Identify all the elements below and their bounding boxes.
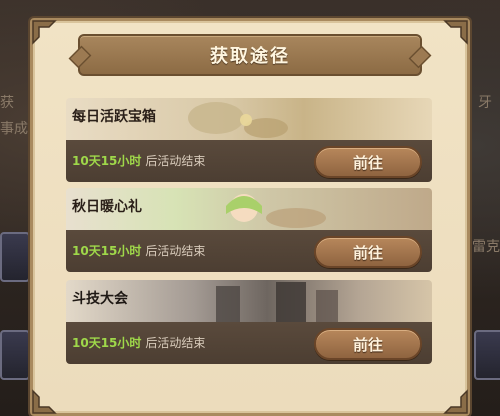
countdown-suffix: 后活动结束 bbox=[145, 154, 206, 168]
row-countdown: 10天15小时 后活动结束 bbox=[72, 242, 205, 259]
countdown-value: 10天15小时 bbox=[72, 336, 142, 350]
go-button[interactable]: 前往 bbox=[314, 146, 422, 178]
corner-ornament-icon bbox=[31, 19, 57, 45]
corner-ornament-icon bbox=[443, 19, 469, 45]
row-countdown: 10天15小时 后活动结束 bbox=[72, 152, 205, 169]
countdown-suffix: 后活动结束 bbox=[145, 336, 206, 350]
row-countdown: 10天15小时 后活动结束 bbox=[72, 334, 205, 351]
dialog-title: 获取途径 bbox=[210, 46, 290, 67]
source-row-daily-chest: 每日活跃宝箱 10天15小时 后活动结束 前往 bbox=[66, 98, 432, 182]
background-text-left-2: 事成 bbox=[0, 121, 28, 137]
corner-ornament-icon bbox=[443, 389, 469, 415]
countdown-value: 10天15小时 bbox=[72, 154, 142, 168]
row-name: 斗技大会 bbox=[72, 291, 128, 307]
go-button[interactable]: 前往 bbox=[314, 328, 422, 360]
right-side-card-icon bbox=[474, 330, 500, 380]
dialog-title-bar: 获取途径 bbox=[78, 34, 422, 76]
row-name: 每日活跃宝箱 bbox=[72, 109, 156, 125]
left-side-card-icon-2 bbox=[0, 330, 30, 380]
source-row-autumn-gift: 秋日暖心礼 10天15小时 后活动结束 前往 bbox=[66, 188, 432, 272]
background-text-right-2: 雷克 bbox=[472, 239, 500, 255]
background-text-right-1: 牙 bbox=[478, 95, 492, 111]
left-side-card-icon bbox=[0, 232, 30, 282]
corner-ornament-icon bbox=[31, 389, 57, 415]
background-text-left-1: 获 bbox=[0, 95, 14, 111]
row-name: 秋日暖心礼 bbox=[72, 199, 142, 215]
go-button[interactable]: 前往 bbox=[314, 236, 422, 268]
countdown-value: 10天15小时 bbox=[72, 244, 142, 258]
source-row-arena: 斗技大会 10天15小时 后活动结束 前往 bbox=[66, 280, 432, 364]
countdown-suffix: 后活动结束 bbox=[145, 244, 206, 258]
